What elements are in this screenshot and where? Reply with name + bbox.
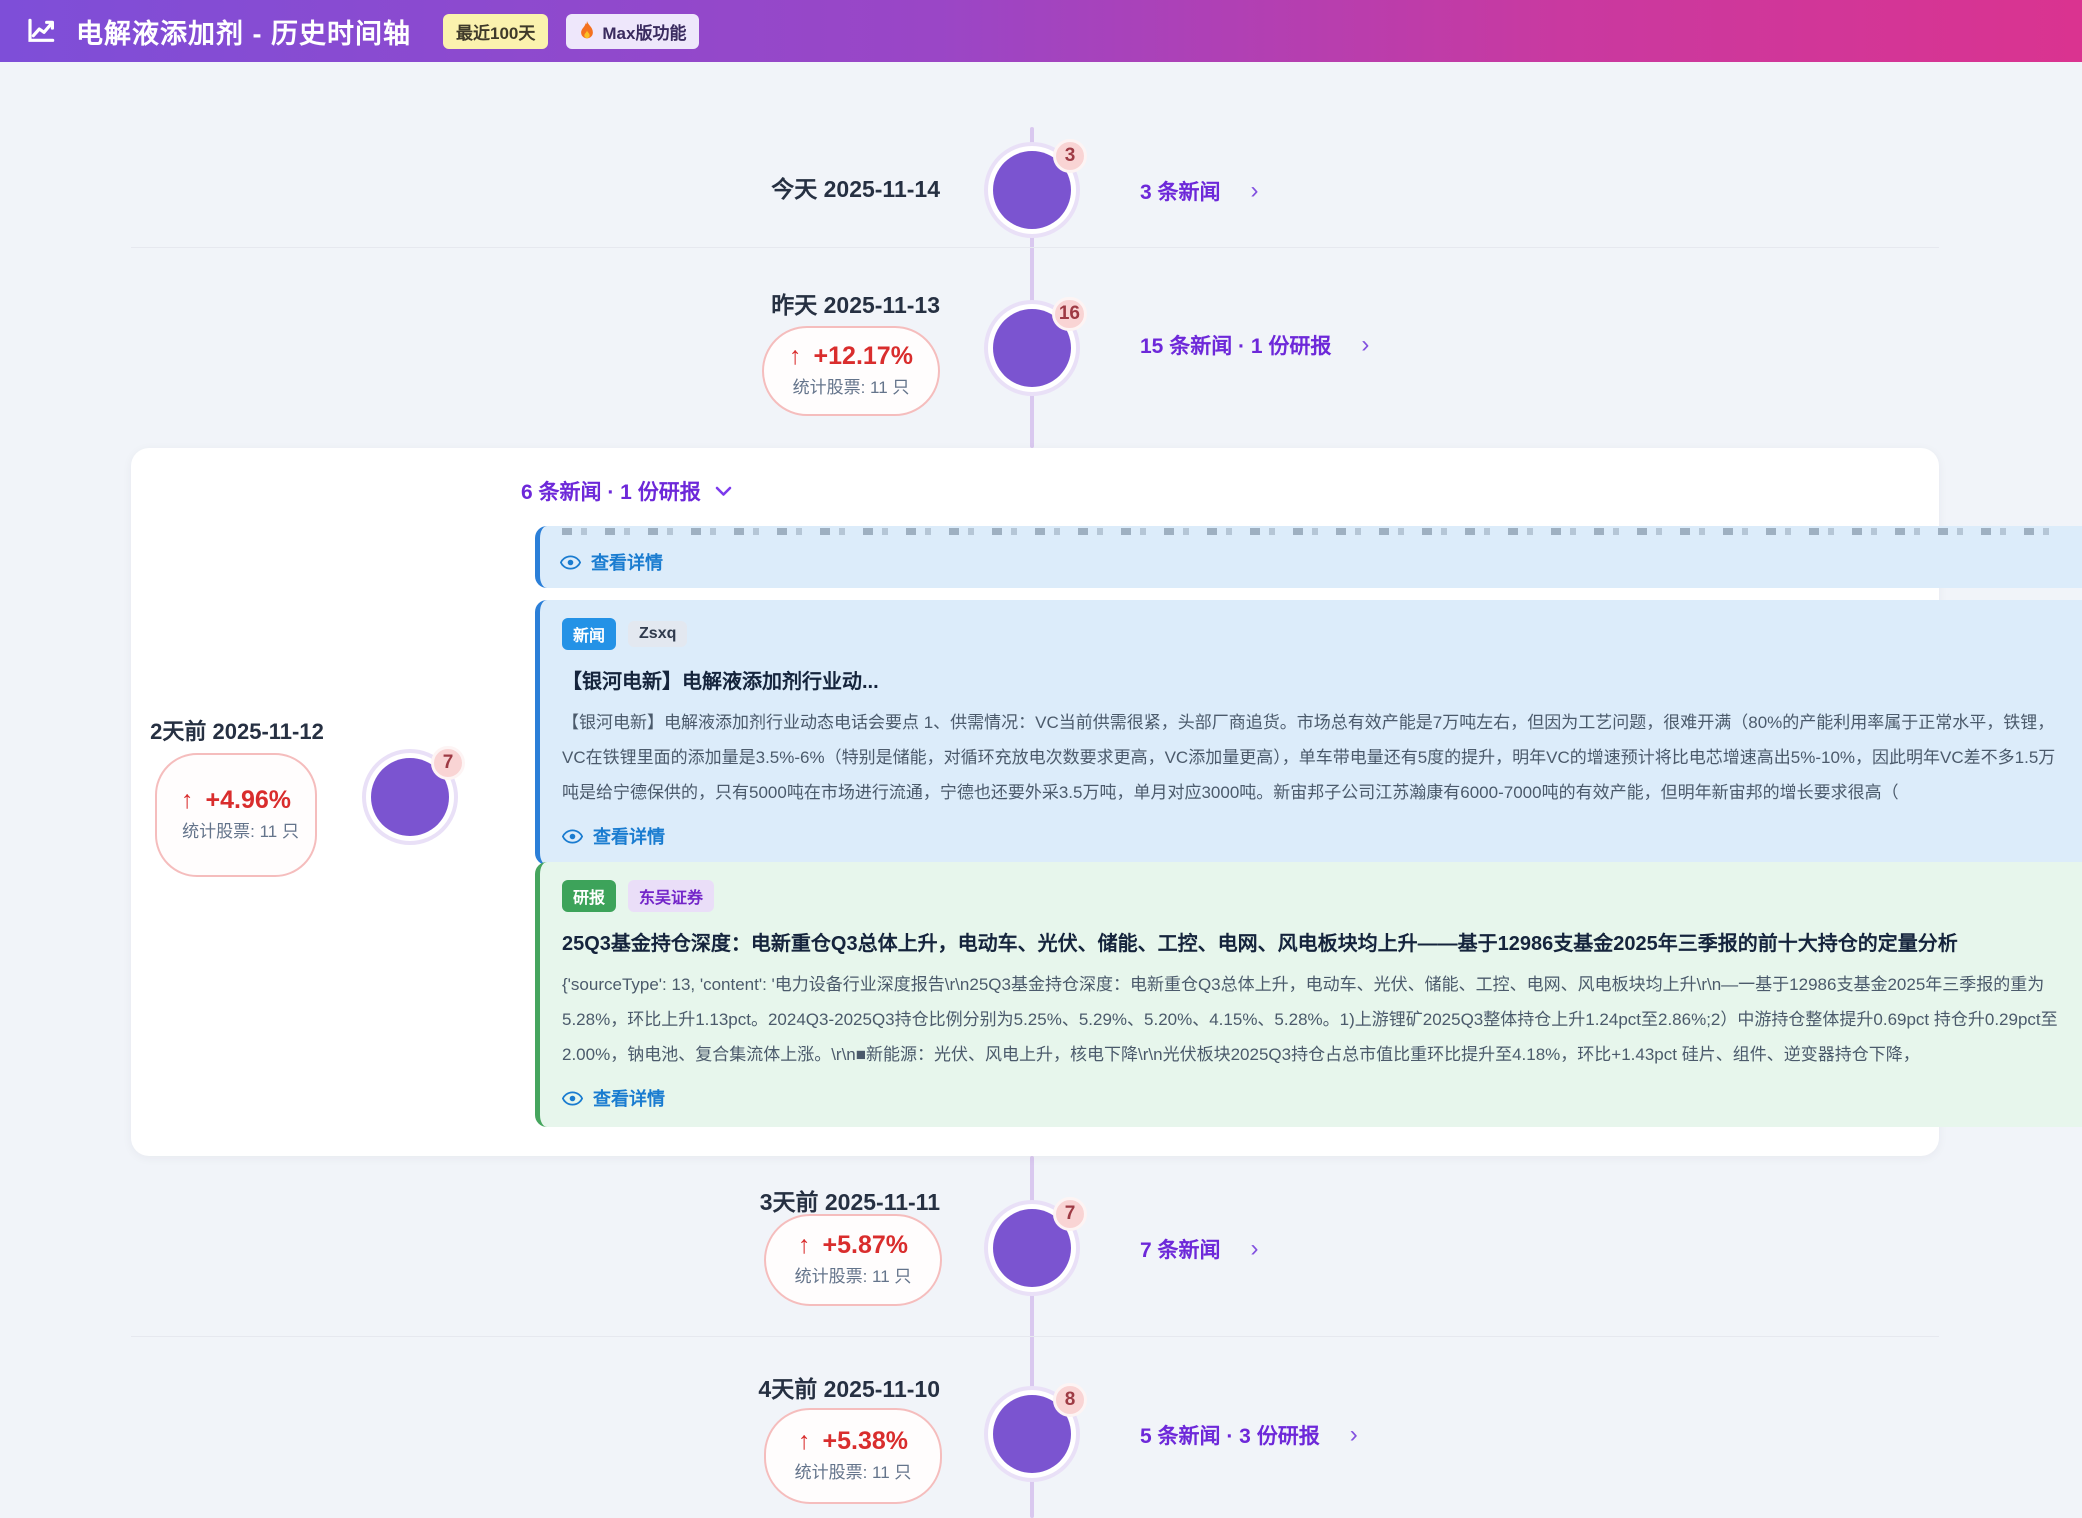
event-count-badge: 3 [1053,139,1087,173]
timeline-node[interactable]: 7 [993,1209,1071,1287]
view-detail-label: 查看详情 [593,823,665,849]
change-percent: +5.87% [823,1231,909,1260]
row-date-label: 2天前 2025-11-12 [137,714,337,746]
stock-count: 统计股票: 11 只 [795,1265,912,1289]
day-summary-link[interactable]: 15 条新闻 · 1 份研报 › [1140,330,1369,360]
up-arrow-icon: ↑ [789,342,802,371]
change-pill: ↑ +4.96% 统计股票: 11 只 [155,753,317,877]
news-title: 【银河电新】电解液添加剂行业动... [562,665,2069,694]
day-summary-link[interactable]: 3 条新闻 › [1140,176,1259,206]
price-change: ↑ +4.96% [173,786,299,815]
report-body: {'sourceType': 13, 'content': '电力设备行业深度报… [562,967,2069,1072]
day-summary-text: 6 条新闻 · 1 份研报 [521,476,701,506]
change-percent: +5.38% [823,1427,909,1456]
up-arrow-icon: ↑ [181,786,194,815]
timeline-node[interactable]: 16 [993,309,1071,387]
event-count-badge: 16 [1052,297,1087,331]
timeline-node[interactable]: 3 [993,151,1071,229]
line-chart-icon [26,15,58,47]
report-source-badge: 东吴证券 [628,880,714,912]
row-date-label: 4天前 2025-11-10 [560,1370,940,1404]
timeline-page: 电解液添加剂 - 历史时间轴 最近100天 Max版功能 今天 2025-11-… [0,0,2082,1518]
row-date-label: 昨天 2025-11-13 [560,286,940,320]
row-divider [131,1336,1939,1337]
change-percent: +4.96% [206,786,292,815]
change-pill: ↑ +5.87% 统计股票: 11 只 [764,1214,942,1306]
event-count-badge: 7 [1053,1197,1087,1231]
news-body: 【银河电新】电解液添加剂行业动态电话会要点 1、供需情况：VC当前供需很紧，头部… [562,705,2069,810]
page-header: 电解液添加剂 - 历史时间轴 最近100天 Max版功能 [0,0,2082,62]
news-source-badge: Zsxq [628,621,687,647]
day-summary-text: 5 条新闻 · 3 份研报 [1140,1420,1320,1450]
timeline-node[interactable]: 8 [993,1395,1071,1473]
page-title: 电解液添加剂 - 历史时间轴 [76,12,411,51]
day-summary-toggle[interactable]: 6 条新闻 · 1 份研报 [521,476,732,506]
report-type-badge: 研报 [562,880,616,912]
row-date-label: 今天 2025-11-14 [560,170,940,204]
max-feature-badge: Max版功能 [566,14,699,49]
chevron-right-icon: › [1350,1423,1358,1447]
price-change: ↑ +12.17% [789,342,913,371]
row-divider [131,247,1939,248]
view-detail-label: 查看详情 [591,549,663,575]
max-feature-label: Max版功能 [602,19,686,44]
price-change: ↑ +5.87% [798,1231,908,1260]
day-summary-link[interactable]: 7 条新闻 › [1140,1234,1259,1264]
view-detail-link[interactable]: 查看详情 [562,823,2069,849]
stock-count: 统计股票: 11 只 [173,820,299,844]
up-arrow-icon: ↑ [798,1231,811,1260]
view-detail-label: 查看详情 [593,1085,665,1111]
timeline-node[interactable]: 7 [371,758,449,836]
change-pill: ↑ +12.17% 统计股票: 11 只 [762,326,940,416]
event-count-badge: 8 [1053,1383,1087,1417]
stock-count: 统计股票: 11 只 [795,1461,912,1485]
range-badge: 最近100天 [443,14,548,49]
chevron-right-icon: › [1251,1237,1259,1261]
event-count-badge: 7 [431,746,465,780]
chevron-down-icon [715,486,732,497]
chevron-right-icon: › [1251,179,1259,203]
view-detail-link[interactable]: 查看详情 [562,1085,2069,1111]
day-summary-text: 3 条新闻 [1140,176,1221,206]
price-change: ↑ +5.38% [798,1427,908,1456]
news-card-clipped[interactable]: 查看详情 [535,526,2082,588]
change-percent: +12.17% [814,342,913,371]
eye-icon [562,1091,583,1106]
expanded-day-card: 6 条新闻 · 1 份研报 2天前 2025-11-12 ↑ +4.96% 统计… [131,448,1939,1156]
card-tag-row: 研报 东吴证券 [562,880,2069,912]
day-summary-text: 15 条新闻 · 1 份研报 [1140,330,1331,360]
day-summary-link[interactable]: 5 条新闻 · 3 份研报 › [1140,1420,1358,1450]
eye-icon [562,829,583,844]
chevron-right-icon: › [1361,333,1369,357]
report-title: 25Q3基金持仓深度：电新重仓Q3总体上升，电动车、光伏、储能、工控、电网、风电… [562,927,2069,956]
row-date-label: 3天前 2025-11-11 [560,1183,940,1217]
card-tag-row: 新闻 Zsxq [562,618,2069,650]
news-type-badge: 新闻 [562,618,616,650]
report-card[interactable]: 研报 东吴证券 25Q3基金持仓深度：电新重仓Q3总体上升，电动车、光伏、储能、… [535,862,2082,1127]
view-detail-link[interactable]: 查看详情 [560,549,2071,575]
up-arrow-icon: ↑ [798,1427,811,1456]
stock-count: 统计股票: 11 只 [793,376,910,400]
day-summary-text: 7 条新闻 [1140,1234,1221,1264]
news-card[interactable]: 新闻 Zsxq 【银河电新】电解液添加剂行业动... 【银河电新】电解液添加剂行… [535,600,2082,865]
clipped-text-remnant [562,528,2067,535]
change-pill: ↑ +5.38% 统计股票: 11 只 [764,1408,942,1504]
fire-icon [579,21,595,41]
eye-icon [560,555,581,570]
